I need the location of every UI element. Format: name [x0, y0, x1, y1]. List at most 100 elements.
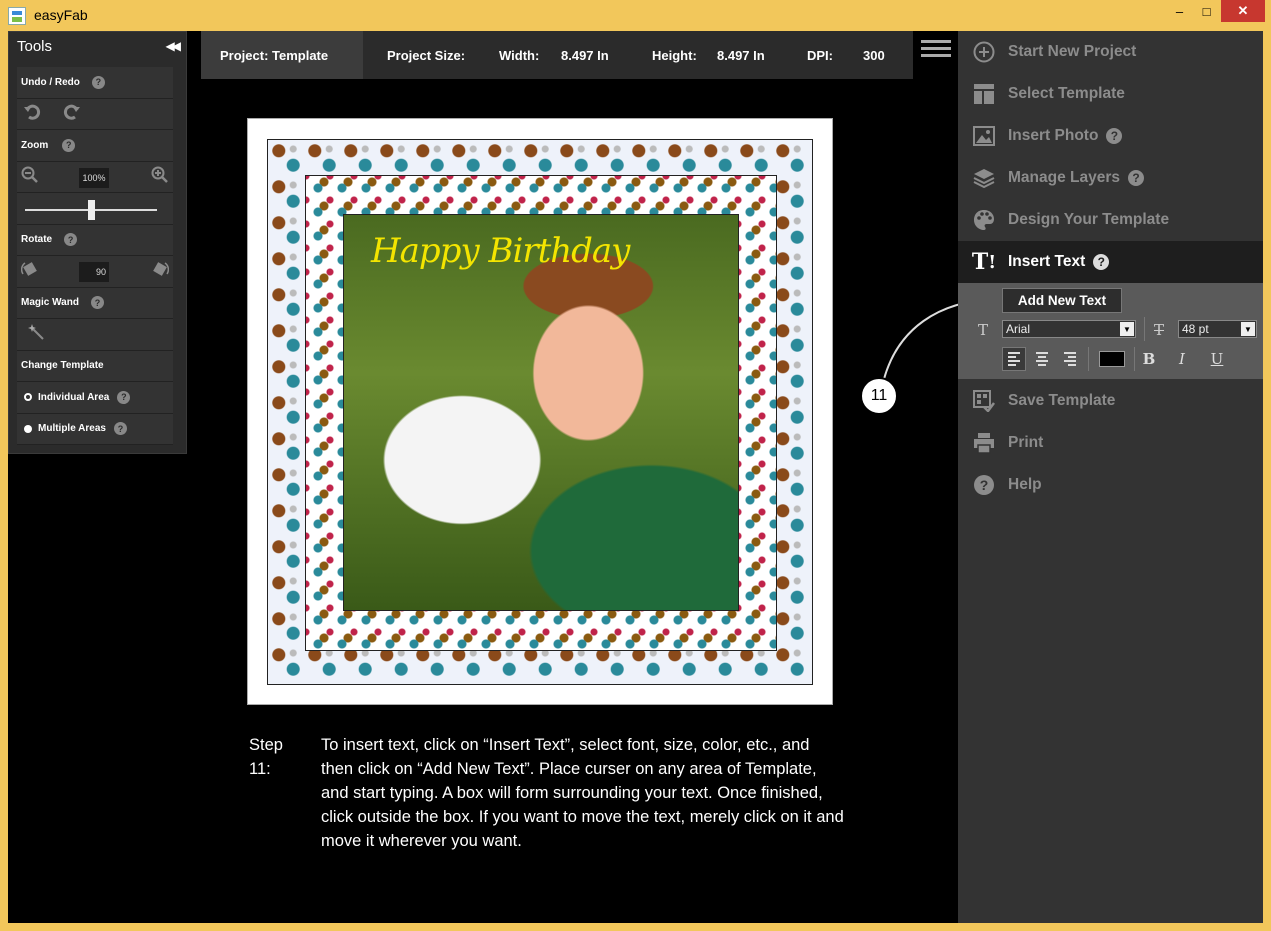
italic-button[interactable]: I [1170, 347, 1194, 371]
app-icon [8, 7, 26, 25]
multiple-areas-label: Multiple Areas [38, 423, 106, 435]
text-color-swatch[interactable] [1099, 351, 1125, 367]
title-bar: easyFab – □ ✕ [0, 0, 1271, 31]
menu-help[interactable]: ? Help [958, 464, 1263, 506]
font-size-icon: T [1154, 321, 1165, 339]
help-icon[interactable]: ? [62, 138, 76, 152]
help-icon[interactable]: ? [1128, 170, 1144, 186]
align-left-button[interactable] [1002, 347, 1026, 371]
menu-print[interactable]: Print [958, 422, 1263, 464]
help-icon[interactable]: ? [90, 296, 104, 310]
window-title: easyFab [34, 7, 88, 23]
template-photo[interactable]: Happy Birthday [343, 214, 739, 611]
font-family-value: Arial [1006, 322, 1031, 336]
zoom-out-icon[interactable] [21, 166, 39, 188]
font-size-value: 48 pt [1182, 322, 1209, 336]
help-icon[interactable]: ? [91, 75, 105, 89]
magic-wand-icon[interactable] [27, 323, 45, 345]
rotate-controls: 90 [17, 256, 173, 288]
underline-button[interactable]: U [1205, 347, 1229, 371]
layers-icon [971, 165, 997, 191]
align-right-icon [1064, 350, 1076, 368]
help-icon[interactable]: ? [113, 422, 127, 436]
undo-redo-label: Undo / Redo [21, 76, 80, 88]
menu-label: Save Template [1008, 392, 1116, 409]
menu-label: Insert Photo [1008, 127, 1099, 144]
rotate-label: Rotate [21, 234, 53, 246]
individual-area-option[interactable]: Individual Area ? [17, 382, 173, 414]
multiple-areas-radio[interactable] [24, 424, 32, 433]
menu-save-template[interactable]: Save Template [958, 380, 1263, 422]
plus-circle-icon [971, 39, 997, 65]
font-family-icon: T [978, 321, 989, 339]
align-right-button[interactable] [1058, 347, 1082, 371]
zoom-value-field[interactable]: 100% [79, 167, 109, 188]
help-icon[interactable]: ? [117, 390, 131, 404]
menu-label: Insert Text [1008, 253, 1086, 270]
individual-area-radio[interactable] [24, 393, 32, 402]
add-new-text-button[interactable]: Add New Text [1002, 288, 1122, 313]
menu-insert-text[interactable]: T! Insert Text ? [958, 241, 1263, 283]
rotate-left-icon[interactable] [20, 260, 39, 282]
width-value: 8.497 In [561, 48, 609, 63]
photo-icon [971, 123, 997, 149]
step-body: To insert text, click on “Insert Text”, … [321, 733, 911, 853]
save-template-icon [971, 388, 997, 414]
project-name-tab[interactable]: Project: Template [201, 31, 363, 79]
menu-label: Manage Layers [1008, 169, 1120, 186]
caption-line: move it wherever you want. [321, 832, 522, 850]
menu-label: Help [1008, 476, 1042, 493]
menu-label: Design Your Template [1008, 211, 1170, 228]
font-family-select[interactable]: Arial ▼ [1002, 320, 1136, 338]
rotate-value-field[interactable]: 90 [79, 262, 109, 282]
undo-icon[interactable] [23, 102, 43, 126]
tools-header: Tools ◀◀ [9, 32, 186, 60]
step-number-badge: 11 [860, 377, 898, 415]
redo-icon[interactable] [61, 102, 81, 126]
help-icon[interactable]: ? [1106, 128, 1123, 144]
palette-icon [971, 207, 997, 233]
svg-text:?: ? [980, 477, 989, 493]
bold-button[interactable]: B [1137, 347, 1161, 371]
dpi-value: 300 [863, 48, 885, 63]
printer-icon [971, 430, 997, 456]
template-text-layer[interactable]: Happy Birthday [371, 231, 630, 271]
caption-line: and start typing. A box will form surrou… [321, 784, 823, 802]
template-inner-border[interactable]: Happy Birthday [305, 175, 777, 651]
template-outer-border[interactable]: Happy Birthday [267, 139, 813, 685]
minimize-button[interactable]: – [1166, 0, 1193, 22]
font-size-select[interactable]: 48 pt ▼ [1178, 320, 1257, 338]
chevron-down-icon[interactable]: ▼ [1241, 322, 1255, 336]
multiple-areas-option[interactable]: Multiple Areas ? [17, 413, 173, 445]
help-icon[interactable]: ? [1093, 254, 1110, 270]
menu-label: Start New Project [1008, 43, 1137, 60]
help-icon[interactable]: ? [64, 233, 78, 247]
close-button[interactable]: ✕ [1221, 0, 1265, 22]
menu-design-template[interactable]: Design Your Template [958, 199, 1263, 241]
menu-select-template[interactable]: Select Template [958, 73, 1263, 115]
maximize-button[interactable]: □ [1193, 0, 1220, 22]
template-canvas[interactable]: Happy Birthday [247, 118, 833, 705]
divider [1134, 347, 1135, 371]
app-client-area: Tools ◀◀ Undo / Redo ? Zoom ? 100% Rotat… [8, 31, 1263, 923]
zoom-slider[interactable] [17, 193, 173, 225]
chevron-down-icon[interactable]: ▼ [1120, 322, 1134, 336]
menu-insert-photo[interactable]: Insert Photo ? [958, 115, 1263, 157]
hamburger-menu-icon[interactable] [921, 40, 951, 58]
menu-manage-layers[interactable]: Manage Layers ? [958, 157, 1263, 199]
individual-area-label: Individual Area [38, 391, 110, 403]
rotate-right-icon[interactable] [151, 260, 170, 282]
zoom-in-icon[interactable] [151, 166, 169, 188]
zoom-controls: 100% [17, 161, 173, 193]
align-center-button[interactable] [1030, 347, 1054, 371]
help-circle-icon: ? [971, 472, 997, 498]
zoom-slider-thumb[interactable] [88, 200, 95, 220]
align-left-icon [1008, 350, 1020, 368]
collapse-icon[interactable]: ◀◀ [166, 39, 182, 53]
menu-start-new-project[interactable]: Start New Project [958, 31, 1263, 73]
tools-title: Tools [17, 37, 53, 55]
project-info-bar: Project: Template Project Size: Width: 8… [201, 31, 913, 79]
text-icon: T! [971, 249, 997, 275]
change-template-label: Change Template [21, 360, 104, 372]
tools-body: Undo / Redo ? Zoom ? 100% Rotate ? 90 Ma… [17, 67, 173, 445]
